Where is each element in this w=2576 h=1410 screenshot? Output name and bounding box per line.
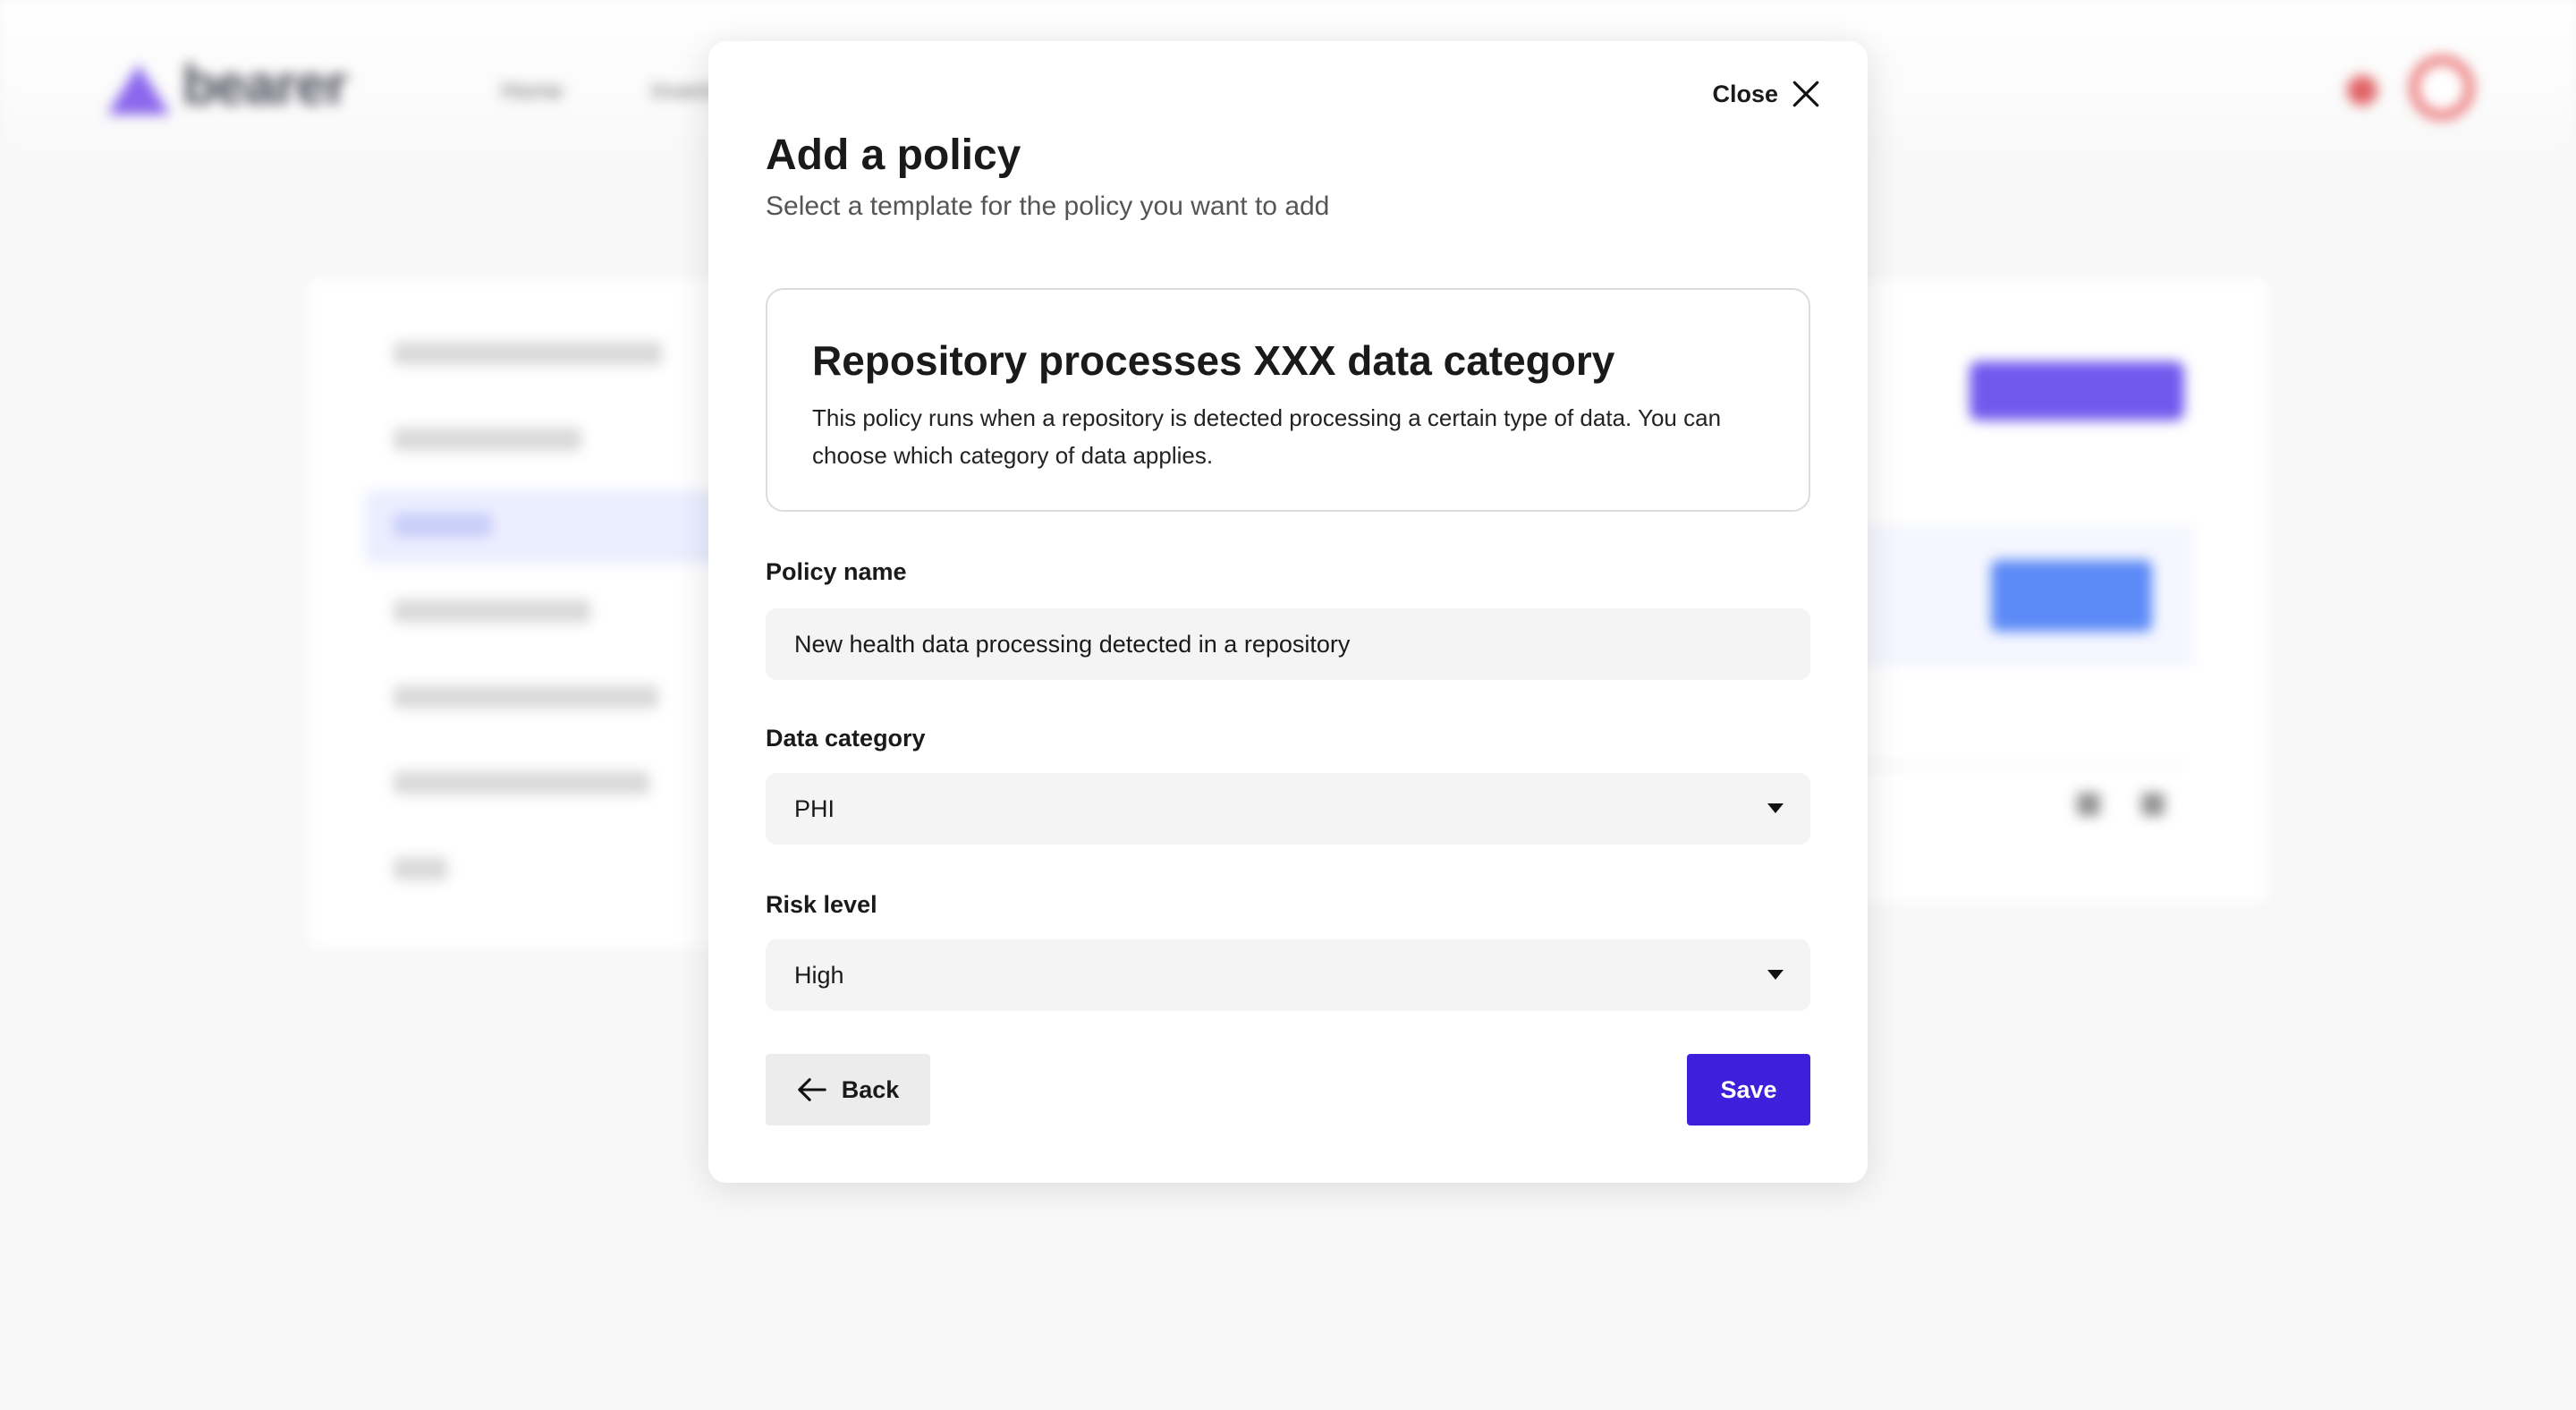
risk-level-select[interactable]: High xyxy=(766,939,1810,1011)
arrow-left-icon xyxy=(797,1078,826,1101)
template-title: Repository processes XXX data category xyxy=(812,337,1615,384)
back-label: Back xyxy=(841,1075,900,1103)
close-button[interactable]: Close xyxy=(1712,72,1821,116)
modal-subtitle: Select a template for the policy you wan… xyxy=(766,191,1330,221)
back-button[interactable]: Back xyxy=(766,1054,930,1125)
modal-title: Add a policy xyxy=(766,132,1021,179)
chevron-down-icon xyxy=(1767,970,1784,980)
policy-name-input[interactable] xyxy=(766,608,1810,680)
save-button[interactable]: Save xyxy=(1687,1054,1810,1125)
data-category-select[interactable]: PHI xyxy=(766,773,1810,845)
close-label: Close xyxy=(1712,80,1778,107)
chevron-down-icon xyxy=(1767,803,1784,813)
risk-level-value: High xyxy=(794,961,844,989)
policy-name-label: Policy name xyxy=(766,558,907,585)
data-category-label: Data category xyxy=(766,725,926,752)
risk-level-label: Risk level xyxy=(766,891,877,918)
close-icon xyxy=(1792,81,1819,107)
add-policy-modal: Close Add a policy Select a template for… xyxy=(708,41,1868,1183)
selected-template-card[interactable]: Repository processes XXX data category T… xyxy=(766,288,1810,512)
data-category-value: PHI xyxy=(794,794,835,822)
template-description: This policy runs when a repository is de… xyxy=(812,404,1722,469)
